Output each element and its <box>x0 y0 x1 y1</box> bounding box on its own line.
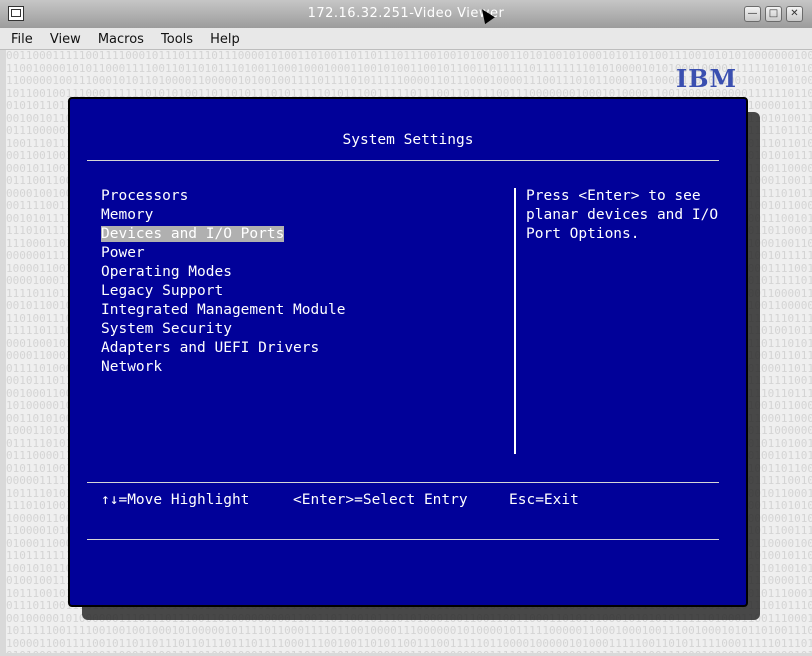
help-divider <box>514 188 516 454</box>
minimize-button[interactable]: — <box>744 6 761 22</box>
menu-entry-devices-io-ports[interactable]: Devices and I/O Ports <box>101 225 345 244</box>
menu-bar: File View Macros Tools Help <box>0 28 812 50</box>
close-button[interactable]: ✕ <box>786 6 803 22</box>
menu-file[interactable]: File <box>5 29 39 50</box>
title-divider <box>87 160 719 161</box>
menu-entry-imm[interactable]: Integrated Management Module <box>101 301 345 320</box>
menu-entry-system-security[interactable]: System Security <box>101 320 345 339</box>
dialog-title: System Settings <box>342 132 474 148</box>
legend-select: <Enter>=Select Entry <box>293 492 468 508</box>
menu-entry-memory[interactable]: Memory <box>101 206 345 225</box>
system-settings-dialog: System Settings Processors Memory Device… <box>68 97 748 607</box>
menu-macros[interactable]: Macros <box>92 29 150 50</box>
maximize-button[interactable]: □ <box>765 6 782 22</box>
ibm-logo: IBM <box>676 64 738 93</box>
legend-exit: Esc=Exit <box>509 492 579 508</box>
legend-move: ↑↓=Move Highlight <box>101 492 250 508</box>
menu-entry-operating-modes[interactable]: Operating Modes <box>101 263 345 282</box>
help-panel: Press <Enter> to see planar devices and … <box>526 187 719 244</box>
window-title: 172.16.32.251-Video Viewer <box>307 6 505 21</box>
settings-menu: Processors Memory Devices and I/O Ports … <box>101 187 345 377</box>
menu-entry-legacy-support[interactable]: Legacy Support <box>101 282 345 301</box>
menu-help[interactable]: Help <box>204 29 246 50</box>
menu-entry-processors[interactable]: Processors <box>101 187 345 206</box>
help-line: Press <Enter> to see <box>526 188 701 204</box>
help-line: Port Options. <box>526 226 640 242</box>
menu-view[interactable]: View <box>44 29 87 50</box>
menu-entry-power[interactable]: Power <box>101 244 345 263</box>
window-titlebar[interactable]: 172.16.32.251-Video Viewer — □ ✕ <box>0 0 812 29</box>
menu-entry-network[interactable]: Network <box>101 358 345 377</box>
menu-tools[interactable]: Tools <box>155 29 199 50</box>
help-line: planar devices and I/O <box>526 207 719 223</box>
footer-top-divider <box>87 482 719 483</box>
menu-entry-adapters-uefi[interactable]: Adapters and UEFI Drivers <box>101 339 345 358</box>
footer-bottom-divider <box>87 539 719 540</box>
